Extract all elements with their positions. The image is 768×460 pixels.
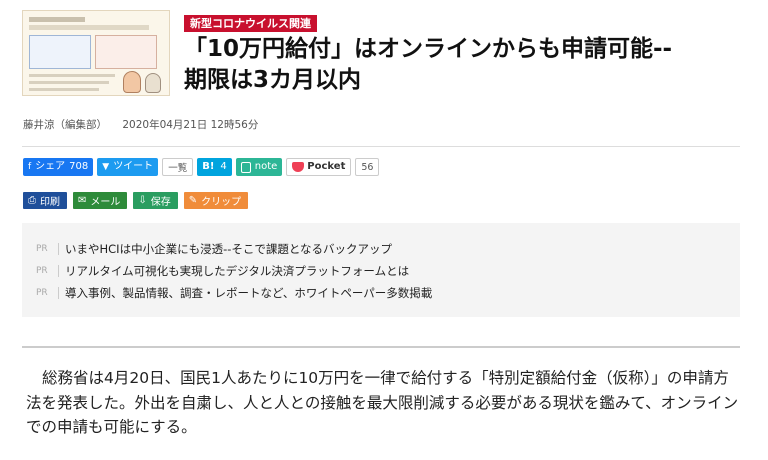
mail-icon: ✉ xyxy=(78,195,87,206)
clip-button[interactable]: ✎ クリップ xyxy=(183,192,249,209)
pocket-count: 56 xyxy=(355,158,380,176)
pocket-label: Pocket xyxy=(307,161,346,172)
article-tools: ⎙ 印刷 ✉ メール ⇩ 保存 ✎ クリップ xyxy=(23,192,249,209)
divider xyxy=(22,146,740,147)
title-line: 期限は3カ月以内 xyxy=(184,67,362,93)
pr-label: PR xyxy=(36,244,48,254)
tweet-button[interactable]: ▼ ツイート xyxy=(97,158,159,176)
thumbnail-decoration xyxy=(29,35,91,69)
pocket-button[interactable]: Pocket xyxy=(286,158,352,176)
pr-label: PR xyxy=(36,288,48,298)
hatena-icon: B! xyxy=(202,161,215,172)
facebook-share-label: シェア xyxy=(35,161,66,172)
tweet-label: ツイート xyxy=(113,161,154,172)
note-share-button[interactable]: note xyxy=(235,158,283,176)
note-label: note xyxy=(254,161,278,172)
pr-links-box: PR いまやHCIは中小企業にも浸透--そこで課題となるバックアップ PR リア… xyxy=(22,223,740,317)
thumbnail-decoration xyxy=(29,17,85,22)
hatena-bookmark-button[interactable]: B! 4 xyxy=(197,158,232,176)
mail-label: メール xyxy=(90,197,121,208)
facebook-icon: f xyxy=(28,162,32,172)
save-label: 保存 xyxy=(150,197,171,208)
hatena-count: 4 xyxy=(220,161,227,172)
pr-link[interactable]: PR いまやHCIは中小企業にも浸透--そこで課題となるバックアップ xyxy=(36,238,740,260)
pr-separator xyxy=(58,243,59,255)
divider xyxy=(22,346,740,348)
facebook-share-count: 708 xyxy=(69,161,89,172)
paperclip-icon: ✎ xyxy=(188,195,198,206)
thumbnail-character xyxy=(145,73,161,93)
thumbnail-character xyxy=(123,71,141,93)
save-button[interactable]: ⇩ 保存 xyxy=(133,192,178,209)
share-bar: f シェア 708 ▼ ツイート 一覧 B! 4 note Pocket 56 xyxy=(23,158,380,176)
author[interactable]: 藤井涼（編集部） xyxy=(23,119,107,131)
pr-link[interactable]: PR 導入事例、製品情報、調査・レポートなど、ホワイトペーパー多数掲載 xyxy=(36,282,740,304)
print-label: 印刷 xyxy=(40,197,60,208)
thumbnail-decoration xyxy=(29,81,109,84)
thumbnail-decoration xyxy=(29,74,115,77)
page-title: 「10万円給付」はオンラインからも申請可能-- 期限は3カ月以内 xyxy=(184,34,759,96)
title-line: 「10万円給付」はオンラインからも申請可能-- xyxy=(184,36,673,62)
pr-separator xyxy=(58,287,59,299)
print-button[interactable]: ⎙ 印刷 xyxy=(23,192,67,209)
pr-link-text: リアルタイム可視化も実現したデジタル決済プラットフォームとは xyxy=(65,264,410,278)
pr-link-text: 導入事例、製品情報、調査・レポートなど、ホワイトペーパー多数掲載 xyxy=(65,286,433,300)
article-thumbnail[interactable] xyxy=(22,10,170,96)
pocket-icon xyxy=(292,162,305,172)
pr-link-text: いまやHCIは中小企業にも浸透--そこで課題となるバックアップ xyxy=(65,242,393,256)
facebook-share-button[interactable]: f シェア 708 xyxy=(23,158,94,176)
save-icon: ⇩ xyxy=(138,195,147,206)
tweet-list-link[interactable]: 一覧 xyxy=(162,158,194,176)
category-tag[interactable]: 新型コロナウイルス関連 xyxy=(184,15,317,32)
pr-label: PR xyxy=(36,266,48,276)
twitter-icon: ▼ xyxy=(102,162,110,172)
pr-separator xyxy=(58,265,59,277)
thumbnail-decoration xyxy=(29,88,99,91)
clip-label: クリップ xyxy=(201,197,242,208)
note-icon xyxy=(240,161,251,173)
article-body-paragraph: 総務省は4月20日、国民1人あたりに10万円を一律で給付する「特別定額給付金（仮… xyxy=(26,369,739,436)
thumbnail-decoration xyxy=(29,25,149,30)
mail-button[interactable]: ✉ メール xyxy=(73,192,128,209)
byline: 藤井涼（編集部） 2020年04月21日 12時56分 xyxy=(23,117,270,132)
publish-date: 2020年04月21日 12時56分 xyxy=(122,119,259,131)
printer-icon: ⎙ xyxy=(28,195,36,206)
pr-link[interactable]: PR リアルタイム可視化も実現したデジタル決済プラットフォームとは xyxy=(36,260,740,282)
thumbnail-decoration xyxy=(95,35,157,69)
